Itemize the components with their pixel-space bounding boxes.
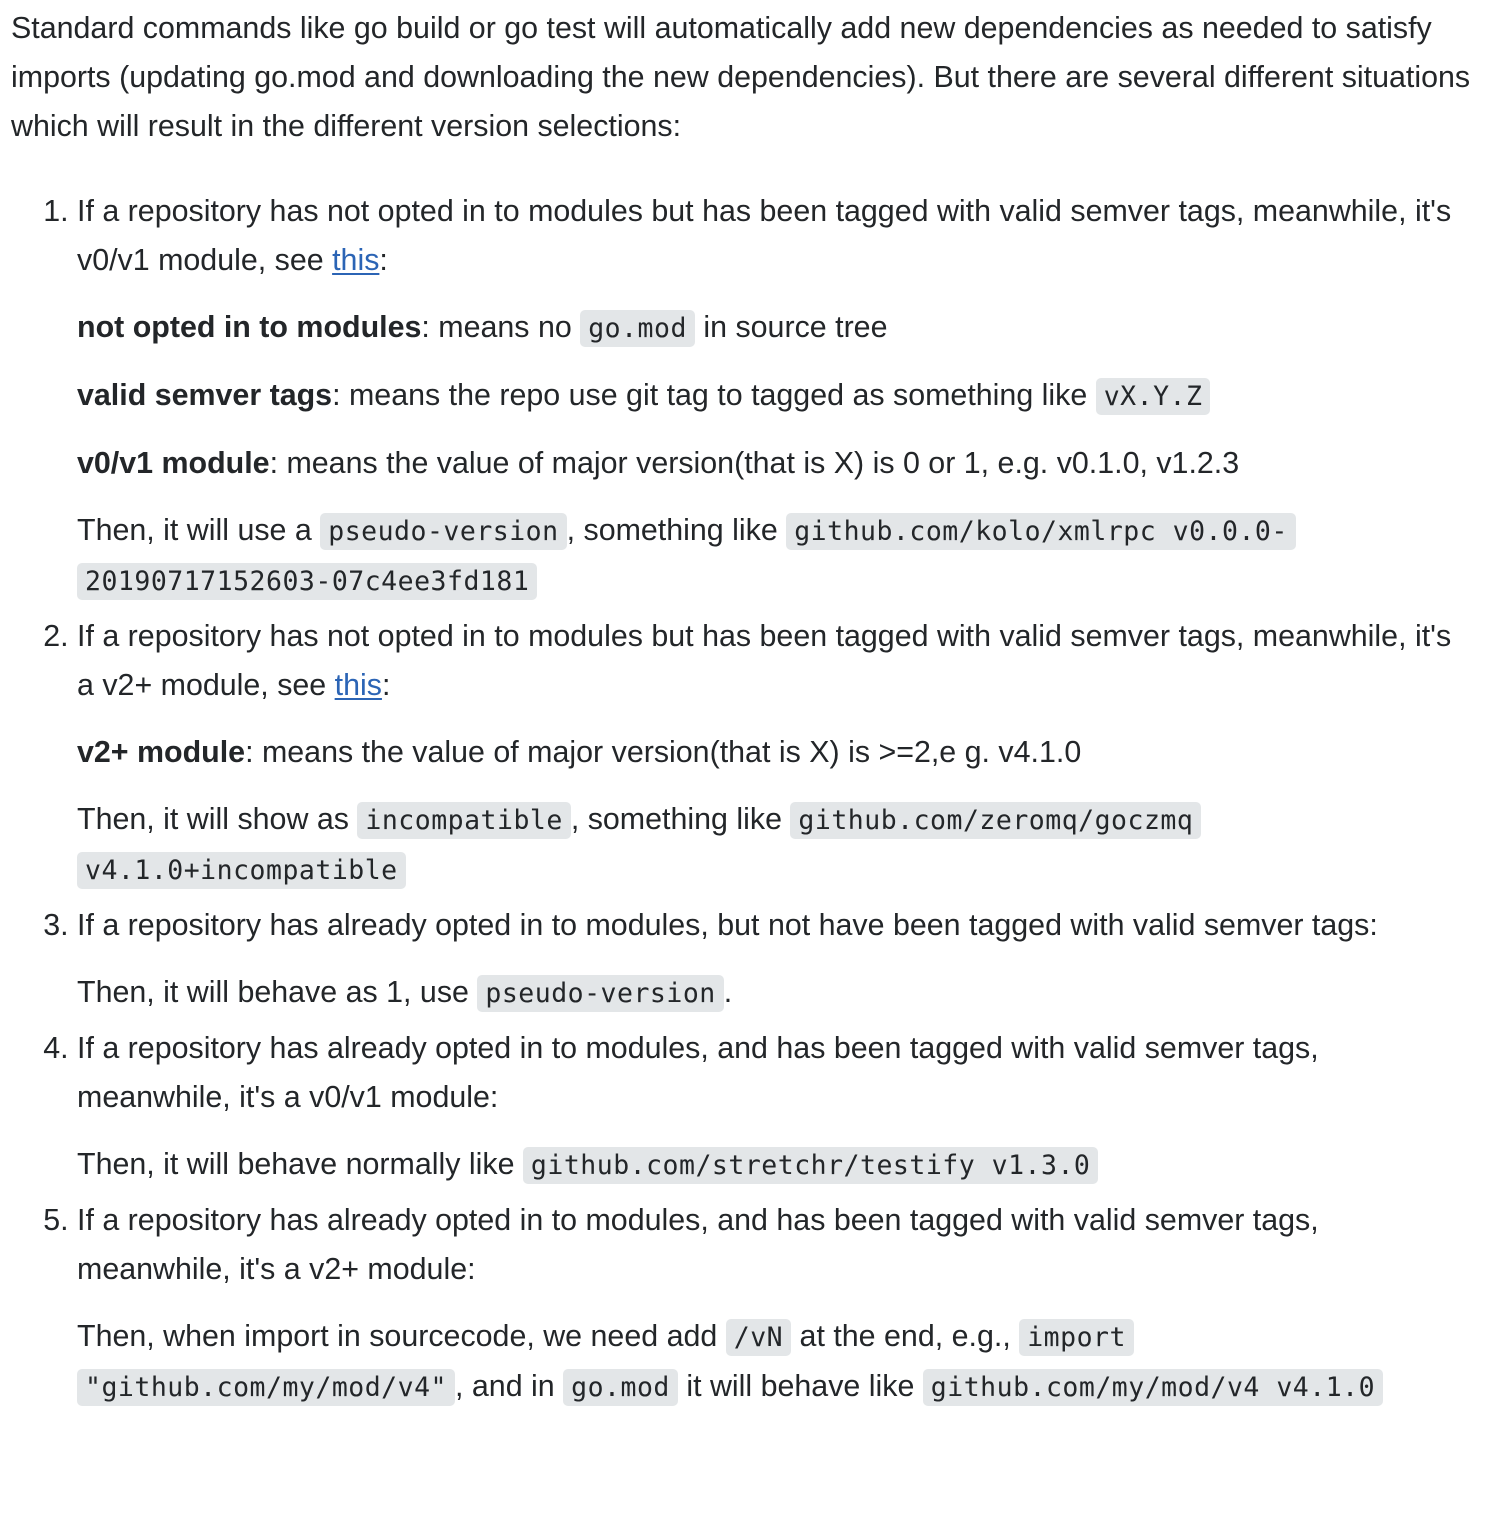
item-text: If a repository has not opted in to modu… [77, 619, 1452, 702]
inline-code: /vN [725, 1319, 792, 1356]
list-item: If a repository has not opted in to modu… [77, 612, 1471, 895]
list-item-title: If a repository has not opted in to modu… [77, 187, 1471, 285]
definition-text: in source tree [694, 310, 888, 344]
then-text: Then, it will behave as 1, use [77, 975, 478, 1009]
then-text: Then, it will use a [77, 513, 321, 547]
list-item: If a repository has already opted in to … [77, 1024, 1471, 1190]
answer-body: Standard commands like go build or go te… [11, 4, 1471, 1418]
inline-code: incompatible [357, 802, 571, 839]
definition-text: : means no [421, 310, 581, 344]
this-link[interactable]: this [332, 243, 379, 277]
inline-code: go.mod [563, 1369, 678, 1406]
inline-code: pseudo-version [320, 513, 567, 550]
then-text: at the end, e.g., [791, 1319, 1020, 1353]
then-statement: Then, it will show as incompatible, some… [77, 795, 1471, 895]
definition-term: v0/v1 module [77, 446, 270, 480]
then-text: Then, when import in sourcecode, we need… [77, 1319, 726, 1353]
inline-code: vX.Y.Z [1095, 378, 1211, 415]
then-text: Then, it will show as [77, 802, 358, 836]
intro-paragraph: Standard commands like go build or go te… [11, 11, 1471, 143]
definition-text: : means the value of major version(that … [245, 735, 1082, 769]
then-statement: Then, it will behave as 1, use pseudo-ve… [77, 968, 1471, 1018]
then-text: it will behave like [677, 1369, 923, 1403]
then-text: , something like [566, 513, 787, 547]
list-item-title: If a repository has already opted in to … [77, 1031, 1319, 1114]
item-text: : [379, 243, 388, 277]
list-item: If a repository has not opted in to modu… [77, 187, 1471, 606]
definition-term: not opted in to modules [77, 310, 422, 344]
then-statement: Then, when import in sourcecode, we need… [77, 1312, 1471, 1412]
list-item-title: If a repository has already opted in to … [77, 1203, 1319, 1286]
definition-term: v2+ module [77, 735, 246, 769]
list-item-title: If a repository has not opted in to modu… [77, 612, 1471, 710]
inline-code: github.com/stretchr/testify v1.3.0 [522, 1147, 1099, 1184]
then-text: . [723, 975, 733, 1009]
this-link[interactable]: this [335, 668, 382, 702]
then-text: Then, it will behave normally like [77, 1147, 523, 1181]
list-item: If a repository has already opted in to … [77, 1196, 1471, 1412]
definition-term: valid semver tags [77, 378, 333, 412]
inline-code: github.com/my/mod/v4 v4.1.0 [922, 1369, 1384, 1406]
definition: v2+ module: means the value of major ver… [77, 728, 1471, 777]
then-text: , and in [455, 1369, 564, 1403]
then-text: , something like [570, 802, 791, 836]
then-statement: Then, it will use a pseudo-version, some… [77, 506, 1471, 606]
list-item: If a repository has already opted in to … [77, 901, 1471, 1018]
inline-code: go.mod [580, 310, 695, 347]
then-statement: Then, it will behave normally like githu… [77, 1140, 1471, 1190]
definition-text: : means the repo use git tag to tagged a… [332, 378, 1096, 412]
item-text: If a repository has not opted in to modu… [77, 194, 1452, 277]
definition: valid semver tags: means the repo use gi… [77, 371, 1471, 421]
item-text: : [381, 668, 391, 702]
inline-code: pseudo-version [477, 975, 724, 1012]
situation-list: If a repository has not opted in to modu… [11, 187, 1471, 1412]
definition: v0/v1 module: means the value of major v… [77, 439, 1471, 488]
list-item-title: If a repository has already opted in to … [77, 908, 1378, 942]
definition: not opted in to modules: means no go.mod… [77, 303, 1471, 353]
definition-text: : means the value of major version(that … [269, 446, 1240, 480]
